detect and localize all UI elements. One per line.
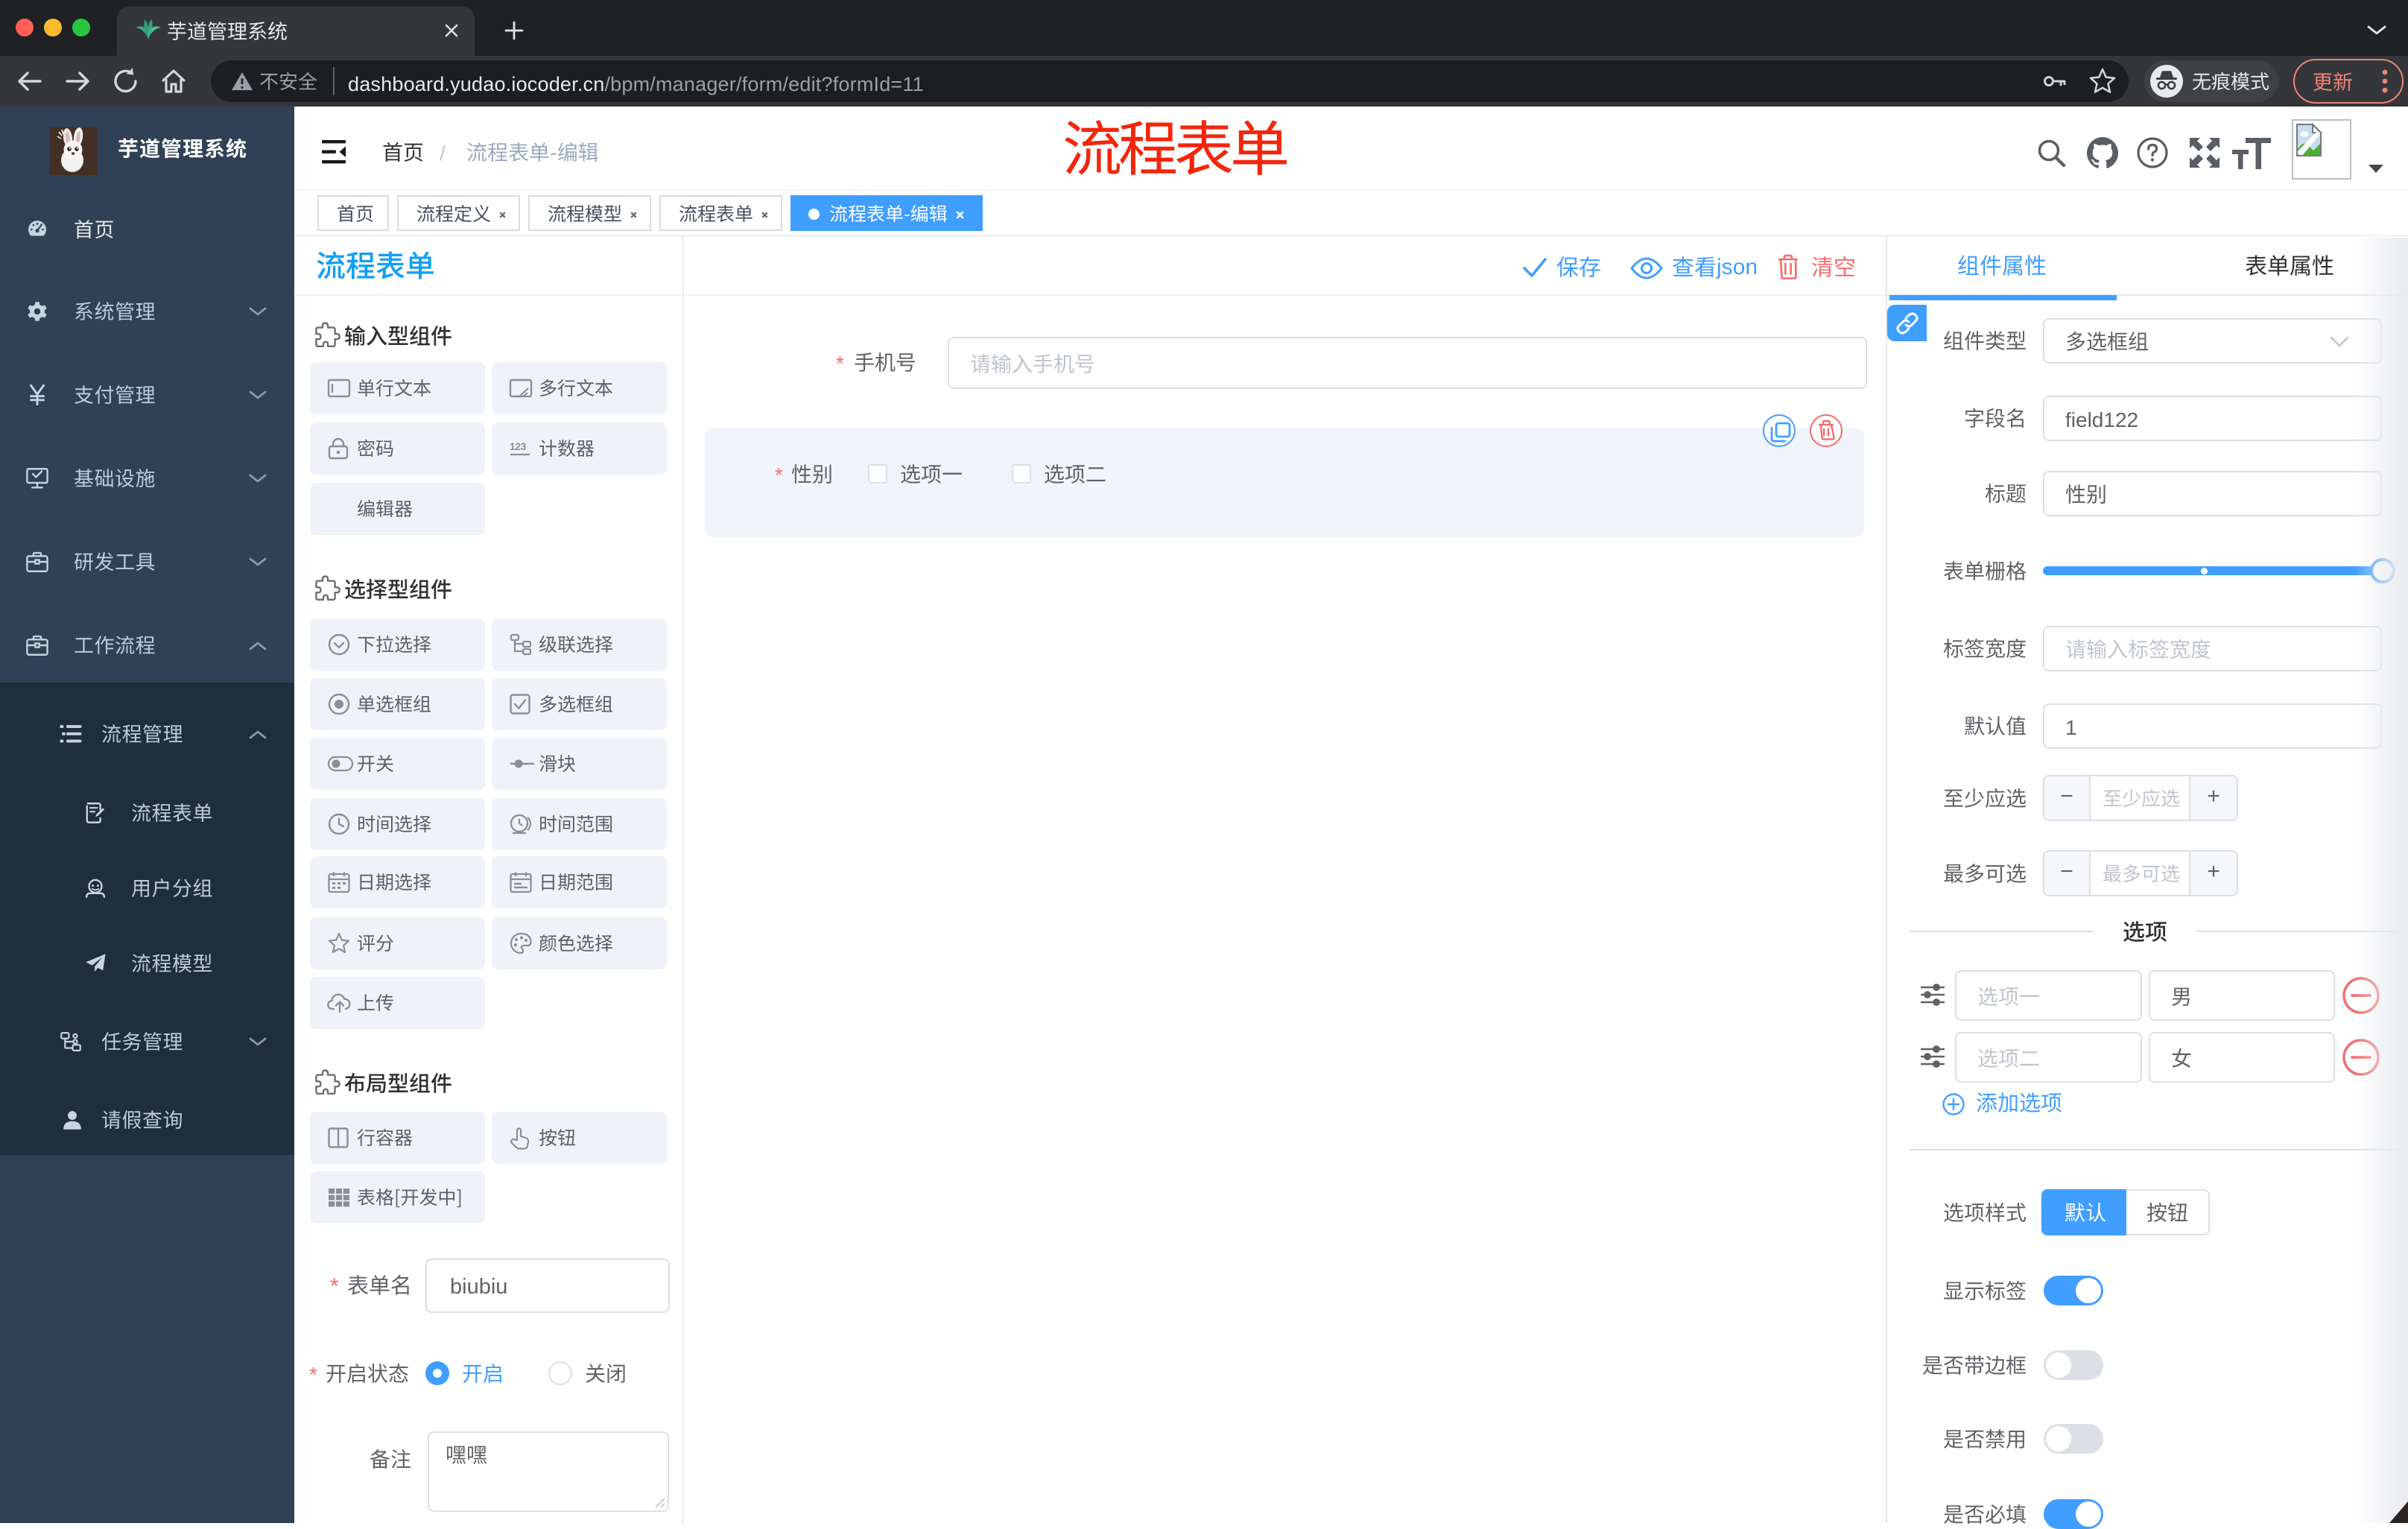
svg-text:123: 123 (510, 440, 527, 452)
